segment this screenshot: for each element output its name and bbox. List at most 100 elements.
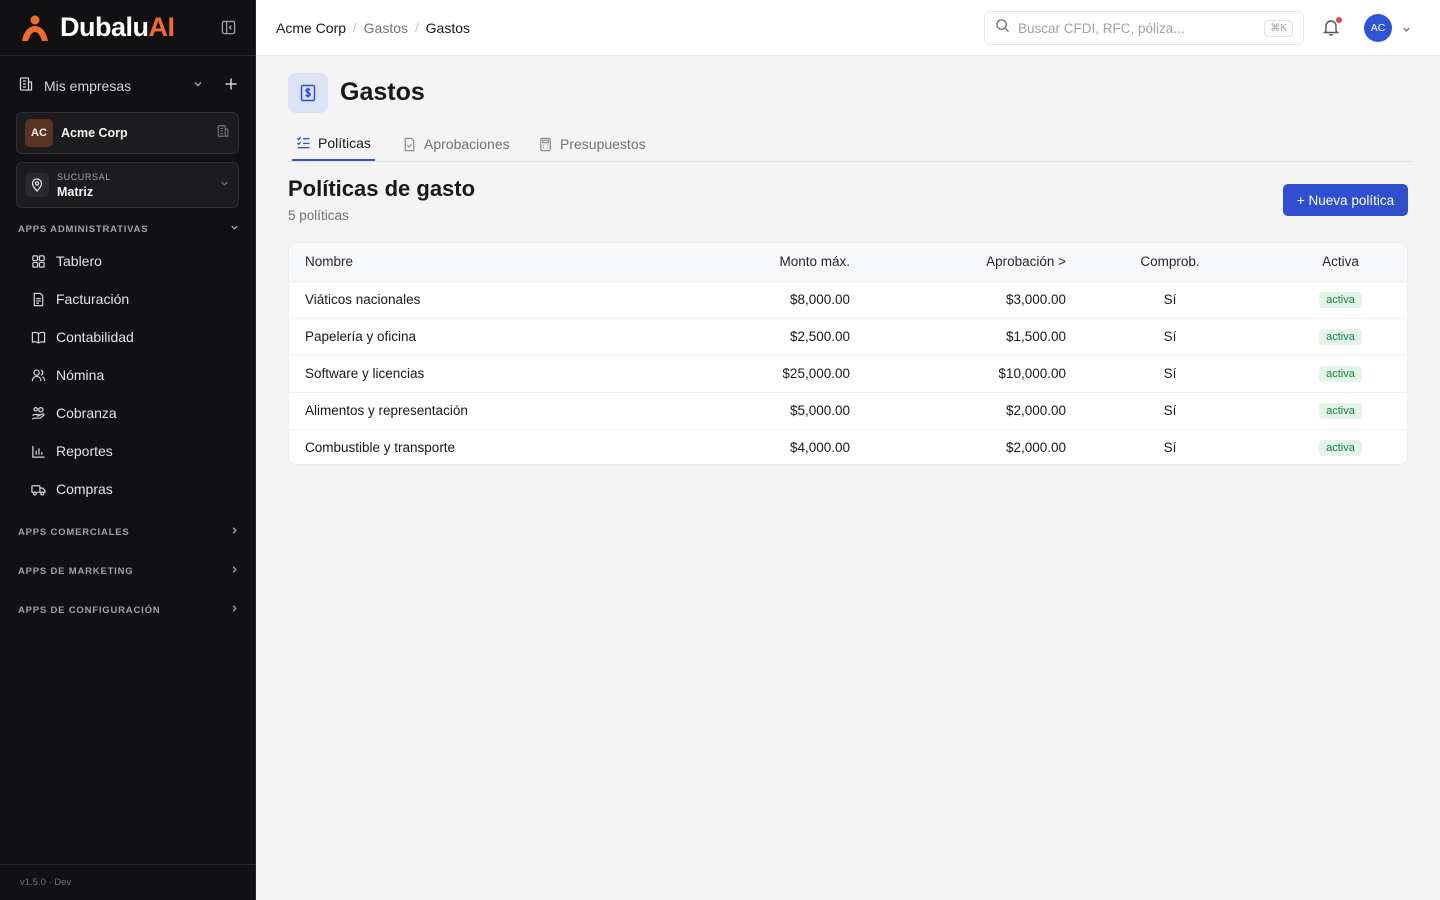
tabs-bar: Políticas Aprobaciones Presupuestos — [288, 126, 1412, 162]
sidebar-item-compras[interactable]: Compras — [30, 474, 240, 504]
cell-comprob: Sí — [1163, 403, 1177, 418]
expenses-dollar-icon — [288, 73, 328, 113]
sidebar-item-contabilidad[interactable]: Contabilidad — [30, 322, 240, 352]
section-apps-administrativas[interactable]: APPS ADMINISTRATIVAS — [18, 219, 240, 239]
bar-chart-icon — [30, 443, 46, 459]
breadcrumb-module[interactable]: Gastos — [364, 20, 408, 36]
col-header-monto[interactable]: Monto máx. — [689, 243, 850, 282]
add-company-icon[interactable] — [224, 77, 238, 96]
topbar: Acme Corp / Gastos / Gastos ⌘K AC — [256, 0, 1440, 56]
section-apps-marketing[interactable]: APPS DE MARKETING — [18, 561, 240, 581]
search-icon — [995, 18, 1010, 38]
col-header-aprobacion[interactable]: Aprobación > — [850, 243, 1066, 282]
tab-aprobaciones[interactable]: Aprobaciones — [398, 126, 514, 162]
table-row[interactable]: Combustible y transporte $4,000.00 $2,00… — [289, 429, 1407, 464]
sidebar-item-tablero[interactable]: Tablero — [30, 246, 240, 276]
brand-name-accent: AI — [148, 12, 176, 42]
dubalu-logo-icon[interactable] — [18, 13, 54, 43]
branch-text: SUCURSAL Matriz — [57, 172, 111, 199]
cell-monto: $8,000.00 — [789, 292, 850, 307]
user-avatar[interactable]: AC — [1364, 14, 1392, 42]
section-label: APPS COMERCIALES — [18, 526, 130, 538]
cell-aprobacion: $2,000.00 — [1005, 440, 1066, 456]
table-row[interactable]: Alimentos y representación $5,000.00 $2,… — [289, 392, 1407, 429]
section-label: APPS DE CONFIGURACIÓN — [18, 604, 161, 616]
page-title: Gastos — [340, 78, 425, 106]
search-input[interactable] — [1018, 20, 1248, 36]
col-header-comprob[interactable]: Comprob. — [1066, 243, 1274, 282]
sidebar-item-label: Facturación — [56, 291, 130, 307]
table-row[interactable]: Papelería y oficina $2,500.00 $1,500.00 … — [289, 318, 1407, 355]
list-checks-icon — [296, 135, 311, 150]
chevron-right-icon[interactable] — [229, 525, 240, 539]
tab-politicas[interactable]: Políticas — [292, 126, 375, 161]
cell-aprobacion: $2,000.00 — [1005, 403, 1066, 418]
sidebar-item-nomina[interactable]: Nómina — [30, 360, 240, 390]
sidebar-item-cobranza[interactable]: Cobranza — [30, 398, 240, 428]
chevron-down-icon[interactable] — [192, 77, 204, 95]
breadcrumb-current: Gastos — [425, 19, 470, 36]
chevron-right-icon[interactable] — [229, 564, 240, 578]
status-badge: activa — [1319, 366, 1362, 382]
sidebar-item-facturacion[interactable]: Facturación — [30, 284, 240, 314]
new-policy-button[interactable]: + Nueva política — [1283, 184, 1408, 216]
col-header-nombre[interactable]: Nombre — [289, 243, 689, 282]
status-badge: activa — [1319, 329, 1362, 345]
file-check-icon — [402, 137, 417, 152]
section-apps-comerciales[interactable]: APPS COMERCIALES — [18, 522, 240, 542]
cell-monto: $5,000.00 — [789, 403, 850, 418]
section-apps-configuracion[interactable]: APPS DE CONFIGURACIÓN — [18, 600, 240, 620]
breadcrumb-company[interactable]: Acme Corp — [276, 20, 346, 36]
chevron-right-icon[interactable] — [229, 603, 240, 617]
search-box[interactable]: ⌘K — [984, 11, 1304, 45]
breadcrumb-separator: / — [415, 20, 419, 35]
company-selector[interactable]: AC Acme Corp — [16, 112, 239, 154]
sidebar-item-label: Tablero — [56, 253, 102, 269]
cell-nombre: Combustible y transporte — [305, 440, 456, 456]
cell-monto: $2,500.00 — [789, 329, 850, 344]
cell-nombre: Software y licencias — [305, 366, 425, 381]
version-label: v1.5.0 · Dev — [0, 864, 256, 900]
building-icon — [216, 124, 230, 143]
cell-activa: activa — [1274, 429, 1407, 464]
cell-activa: activa — [1274, 281, 1407, 318]
cell-aprobacion: $3,000.00 — [1005, 292, 1066, 307]
status-badge: activa — [1319, 292, 1362, 308]
table-row[interactable]: Viáticos nacionales $8,000.00 $3,000.00 … — [289, 281, 1407, 318]
brand-bar: DubaluAI — [0, 0, 255, 56]
col-header-activa[interactable]: Activa — [1274, 243, 1407, 282]
cell-nombre: Papelería y oficina — [305, 329, 417, 344]
cell-comprob: Sí — [1163, 292, 1177, 307]
branch-selector[interactable]: SUCURSAL Matriz — [16, 162, 239, 208]
chevron-down-icon[interactable] — [229, 222, 240, 236]
hand-coins-icon — [30, 405, 46, 421]
table-row[interactable]: Software y licencias $25,000.00 $10,000.… — [289, 355, 1407, 392]
cell-comprob: Sí — [1163, 329, 1177, 344]
sidebar-item-reportes[interactable]: Reportes — [30, 436, 240, 466]
cell-aprobacion: $1,500.00 — [1005, 329, 1066, 344]
breadcrumb-separator: / — [353, 20, 357, 35]
policies-table: Nombre Monto máx. Aprobación > Comprob. … — [288, 242, 1408, 465]
chevron-down-icon[interactable] — [219, 176, 230, 194]
invoice-icon — [30, 291, 46, 307]
search-shortcut: ⌘K — [1264, 19, 1293, 37]
sidebar: DubaluAI Mis empresas AC Acme Corp SUCUR… — [0, 0, 256, 900]
brand-name-primary: Dubalu — [60, 12, 149, 42]
cell-monto: $25,000.00 — [782, 366, 850, 381]
building-icon — [18, 76, 34, 97]
companies-header[interactable]: Mis empresas — [0, 70, 256, 102]
cell-nombre: Viáticos nacionales — [305, 292, 421, 307]
tab-label: Aprobaciones — [424, 136, 510, 152]
map-pin-icon — [25, 173, 49, 197]
companies-label: Mis empresas — [44, 78, 132, 94]
chevron-down-icon[interactable] — [1401, 22, 1412, 40]
table-header-row: Nombre Monto máx. Aprobación > Comprob. … — [289, 243, 1407, 282]
tab-presupuestos[interactable]: Presupuestos — [534, 126, 650, 162]
sidebar-collapse-icon[interactable] — [219, 19, 237, 37]
cell-nombre: Alimentos y representación — [305, 403, 468, 418]
sidebar-item-label: Compras — [56, 481, 113, 497]
section-title: Políticas de gasto — [288, 176, 476, 201]
notifications-bell-icon[interactable] — [1322, 17, 1342, 38]
cell-activa: activa — [1274, 318, 1407, 355]
tab-label: Políticas — [318, 134, 371, 151]
